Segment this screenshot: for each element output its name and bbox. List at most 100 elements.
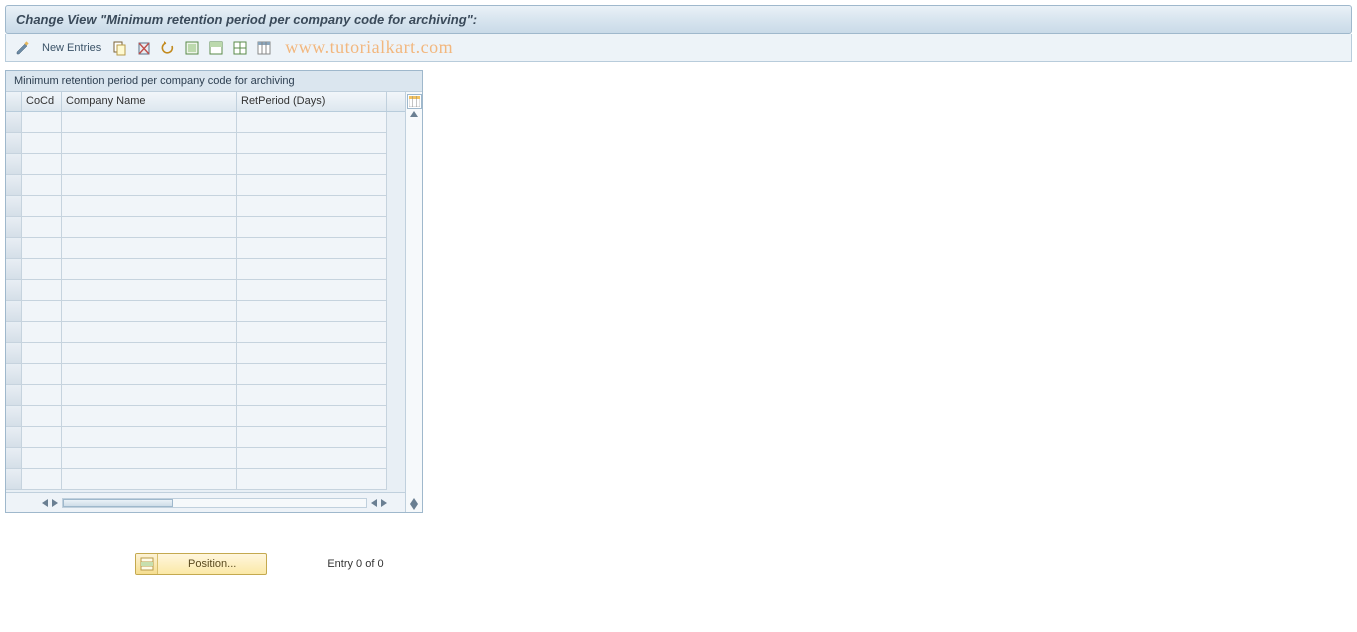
cell-ret-period[interactable] [237, 238, 387, 259]
cell-company-name[interactable] [62, 448, 237, 469]
table-row[interactable] [6, 364, 405, 385]
cell-cocd[interactable] [22, 448, 62, 469]
cell-ret-period[interactable] [237, 259, 387, 280]
cell-ret-period[interactable] [237, 217, 387, 238]
row-selector[interactable] [6, 259, 22, 280]
cell-ret-period[interactable] [237, 448, 387, 469]
table-row[interactable] [6, 133, 405, 154]
table-row[interactable] [6, 406, 405, 427]
row-selector[interactable] [6, 280, 22, 301]
table-row[interactable] [6, 259, 405, 280]
grid-configure-icon[interactable] [407, 94, 422, 109]
cell-ret-period[interactable] [237, 301, 387, 322]
cell-ret-period[interactable] [237, 343, 387, 364]
row-selector[interactable] [6, 301, 22, 322]
cell-company-name[interactable] [62, 238, 237, 259]
row-selector[interactable] [6, 175, 22, 196]
cell-company-name[interactable] [62, 280, 237, 301]
cell-ret-period[interactable] [237, 175, 387, 196]
column-header-cocd[interactable]: CoCd [22, 92, 62, 111]
cell-cocd[interactable] [22, 280, 62, 301]
cell-ret-period[interactable] [237, 154, 387, 175]
row-selector[interactable] [6, 427, 22, 448]
table-row[interactable] [6, 280, 405, 301]
cell-ret-period[interactable] [237, 133, 387, 154]
row-selector[interactable] [6, 448, 22, 469]
hscroll-left-arrow-icon[interactable] [42, 499, 48, 507]
table-row[interactable] [6, 469, 405, 490]
cell-company-name[interactable] [62, 133, 237, 154]
table-settings-icon[interactable] [255, 39, 273, 57]
cell-cocd[interactable] [22, 112, 62, 133]
cell-cocd[interactable] [22, 154, 62, 175]
cell-ret-period[interactable] [237, 469, 387, 490]
cell-ret-period[interactable] [237, 280, 387, 301]
table-row[interactable] [6, 196, 405, 217]
cell-cocd[interactable] [22, 469, 62, 490]
table-row[interactable] [6, 238, 405, 259]
row-selector[interactable] [6, 406, 22, 427]
cell-ret-period[interactable] [237, 406, 387, 427]
undo-change-icon[interactable] [159, 39, 177, 57]
cell-company-name[interactable] [62, 469, 237, 490]
row-selector[interactable] [6, 364, 22, 385]
copy-as-icon[interactable] [111, 39, 129, 57]
row-selector[interactable] [6, 133, 22, 154]
cell-company-name[interactable] [62, 154, 237, 175]
cell-company-name[interactable] [62, 364, 237, 385]
row-selector[interactable] [6, 469, 22, 490]
cell-ret-period[interactable] [237, 112, 387, 133]
cell-company-name[interactable] [62, 343, 237, 364]
deselect-all-icon[interactable] [231, 39, 249, 57]
cell-ret-period[interactable] [237, 322, 387, 343]
cell-company-name[interactable] [62, 427, 237, 448]
column-header-company-name[interactable]: Company Name [62, 92, 237, 111]
table-row[interactable] [6, 427, 405, 448]
cell-cocd[interactable] [22, 133, 62, 154]
cell-company-name[interactable] [62, 385, 237, 406]
vscroll-track[interactable] [406, 117, 422, 498]
table-row[interactable] [6, 175, 405, 196]
row-selector[interactable] [6, 196, 22, 217]
delete-icon[interactable] [135, 39, 153, 57]
cell-cocd[interactable] [22, 196, 62, 217]
row-selector[interactable] [6, 343, 22, 364]
table-row[interactable] [6, 385, 405, 406]
toggle-display-change-icon[interactable] [14, 39, 32, 57]
cell-company-name[interactable] [62, 112, 237, 133]
cell-ret-period[interactable] [237, 196, 387, 217]
cell-cocd[interactable] [22, 427, 62, 448]
hscroll-thumb[interactable] [63, 499, 173, 507]
cell-cocd[interactable] [22, 364, 62, 385]
row-selector[interactable] [6, 112, 22, 133]
cell-ret-period[interactable] [237, 427, 387, 448]
cell-cocd[interactable] [22, 301, 62, 322]
select-all-icon[interactable] [183, 39, 201, 57]
cell-cocd[interactable] [22, 217, 62, 238]
row-selector[interactable] [6, 217, 22, 238]
row-selector[interactable] [6, 154, 22, 175]
hscroll-step-right-icon[interactable] [52, 499, 58, 507]
cell-ret-period[interactable] [237, 364, 387, 385]
row-selector[interactable] [6, 322, 22, 343]
cell-cocd[interactable] [22, 238, 62, 259]
column-header-ret-period[interactable]: RetPeriod (Days) [237, 92, 387, 111]
table-row[interactable] [6, 301, 405, 322]
cell-ret-period[interactable] [237, 385, 387, 406]
cell-cocd[interactable] [22, 343, 62, 364]
new-entries-button[interactable]: New Entries [38, 42, 105, 54]
position-button[interactable]: Position... [135, 553, 267, 575]
table-row[interactable] [6, 343, 405, 364]
table-row[interactable] [6, 154, 405, 175]
grid-header-selector[interactable] [6, 92, 22, 111]
table-row[interactable] [6, 448, 405, 469]
vscroll-down-arrow-icon[interactable] [410, 504, 418, 510]
horizontal-scrollbar[interactable] [6, 492, 405, 512]
cell-cocd[interactable] [22, 322, 62, 343]
hscroll-track[interactable] [62, 498, 367, 508]
cell-company-name[interactable] [62, 406, 237, 427]
cell-company-name[interactable] [62, 259, 237, 280]
row-selector[interactable] [6, 385, 22, 406]
cell-cocd[interactable] [22, 406, 62, 427]
cell-company-name[interactable] [62, 322, 237, 343]
